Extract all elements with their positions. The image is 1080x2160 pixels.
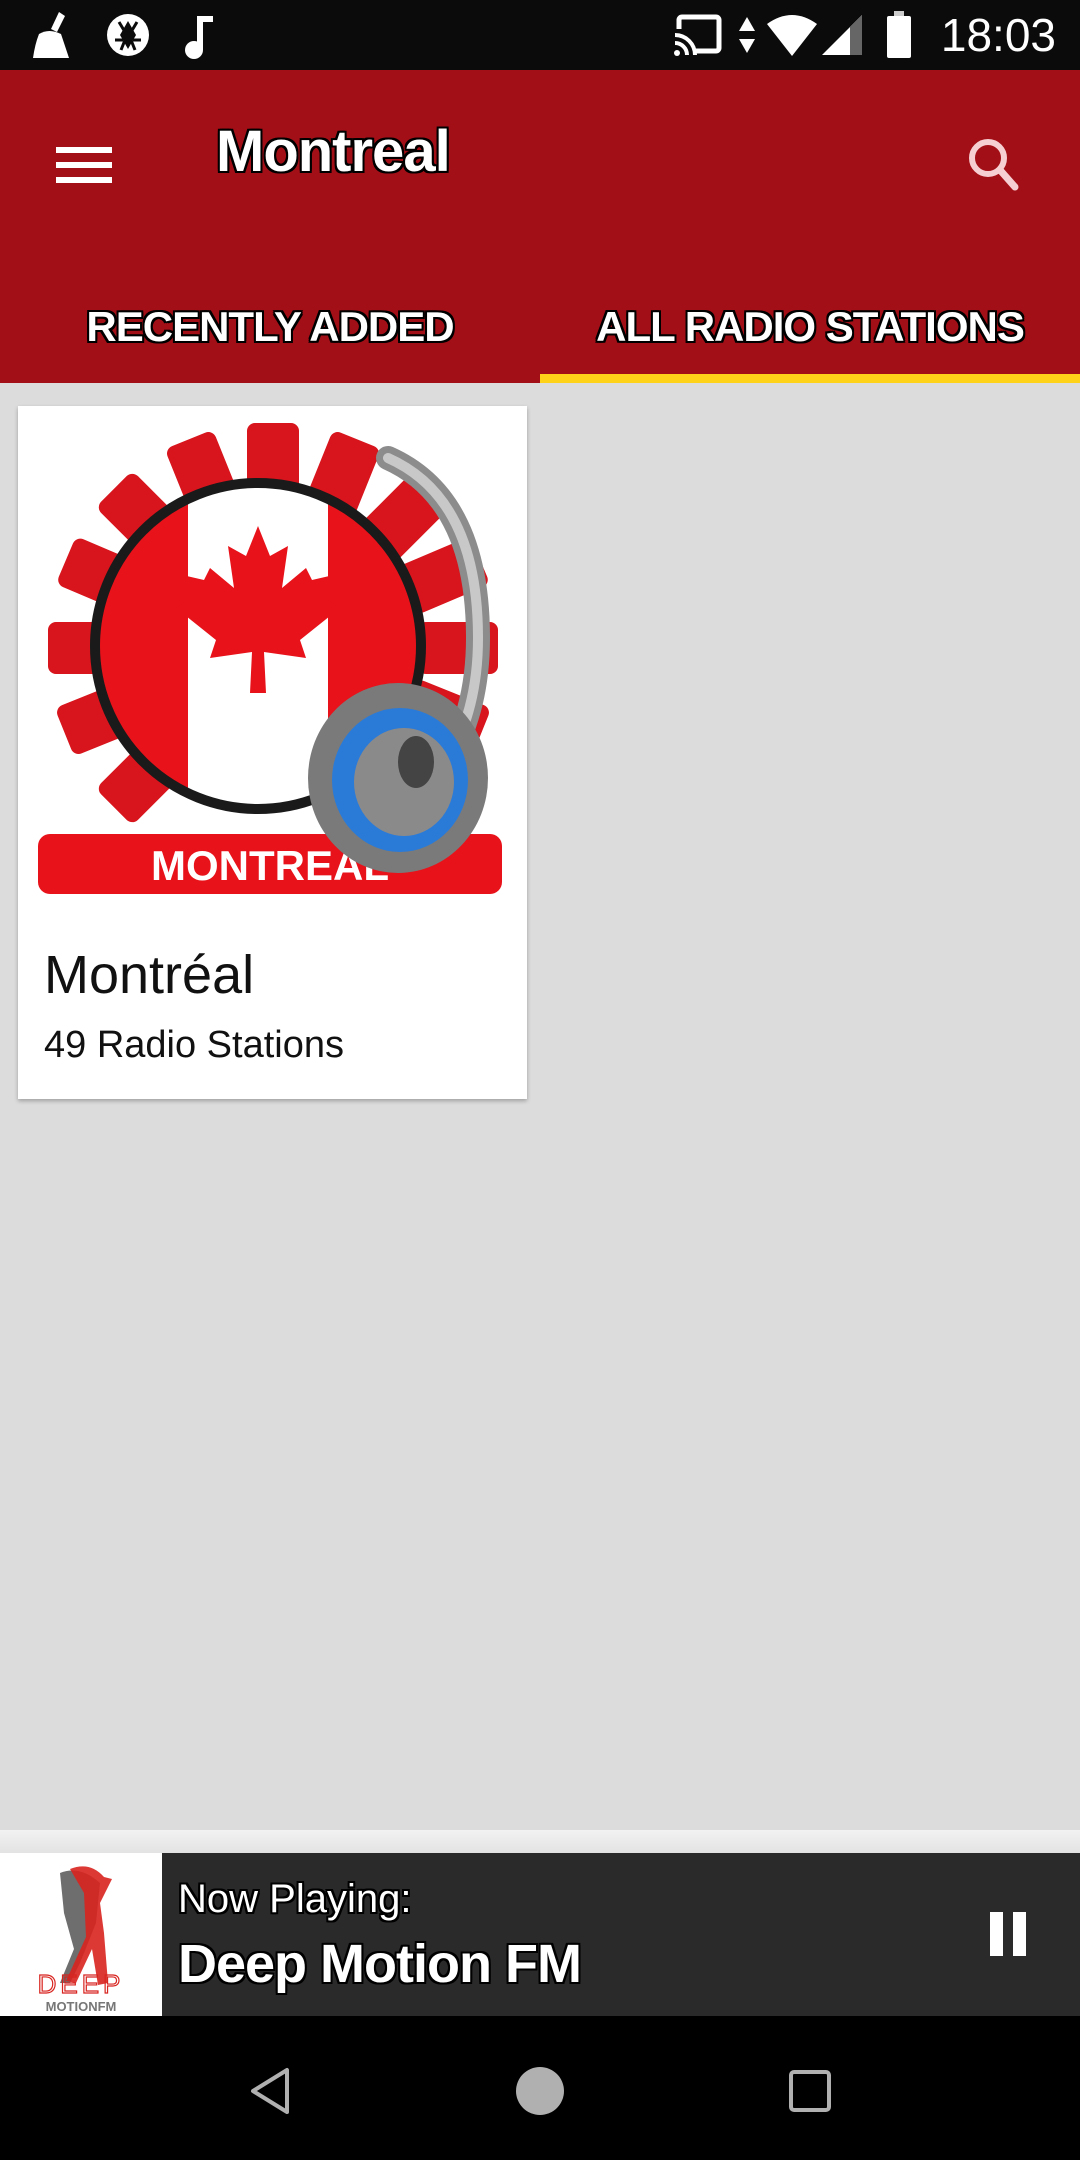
content-area: MONTREAL Montréal 49 Radio Stations <box>0 383 1080 1830</box>
cell-signal-icon <box>820 0 864 70</box>
page-title: Montreal <box>216 119 451 184</box>
status-bar: 18:03 <box>0 0 1080 70</box>
tab-selected-indicator <box>540 374 1080 383</box>
camera-aperture-icon <box>100 0 156 70</box>
player-divider <box>0 1830 1080 1853</box>
clock: 18:03 <box>940 9 1056 61</box>
recents-icon[interactable] <box>765 2046 855 2136</box>
cleaner-broom-icon <box>26 0 82 70</box>
tab-recently-added[interactable]: RECENTLY ADDED <box>0 270 540 383</box>
system-nav-bar <box>0 2016 1080 2160</box>
wifi-icon <box>762 0 822 70</box>
data-arrows-icon <box>734 0 760 70</box>
back-icon[interactable] <box>225 2046 315 2136</box>
hamburger-menu-icon[interactable] <box>40 130 130 200</box>
station-count: 49 Radio Stations <box>44 1024 344 1066</box>
now-playing-bar[interactable]: DEEP MOTIONFM Now Playing: Deep Motion F… <box>0 1853 1080 2016</box>
station-logo: DEEP MOTIONFM <box>0 1853 162 2016</box>
app-bar: Montreal RECENTLY ADDED ALL RADIO STATIO… <box>0 70 1080 383</box>
home-icon[interactable] <box>495 2046 585 2136</box>
tab-label: RECENTLY ADDED <box>86 302 454 350</box>
logo-deep-text: DEEP <box>38 1969 125 1999</box>
search-icon[interactable] <box>955 125 1035 205</box>
tab-bar: RECENTLY ADDED ALL RADIO STATIONS <box>0 270 1080 383</box>
cast-icon <box>670 0 726 70</box>
pause-icon[interactable] <box>970 1893 1050 1973</box>
tab-all-radio-stations[interactable]: ALL RADIO STATIONS <box>540 270 1080 383</box>
music-note-icon <box>176 0 222 70</box>
city-card[interactable]: MONTREAL Montréal 49 Radio Stations <box>18 406 527 1099</box>
now-playing-label: Now Playing: <box>178 1877 412 1921</box>
card-title: Montréal <box>44 945 255 1005</box>
now-playing-station: Deep Motion FM <box>178 1934 582 1994</box>
battery-icon <box>884 0 914 70</box>
logo-motion-text: MOTIONFM <box>46 1999 117 2014</box>
montreal-radio-logo: MONTREAL <box>38 418 508 908</box>
tab-label: ALL RADIO STATIONS <box>596 302 1025 350</box>
